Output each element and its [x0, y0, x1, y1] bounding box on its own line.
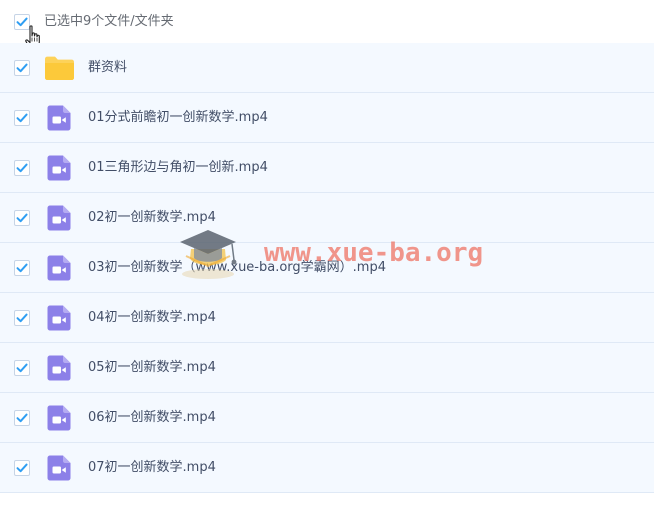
row-checkbox[interactable] [14, 160, 30, 176]
file-row[interactable]: 03初一创新数学（www.xue-ba.org学霸网）.mp4 [0, 243, 654, 293]
file-name[interactable]: 02初一创新数学.mp4 [88, 209, 216, 227]
file-row[interactable]: 06初一创新数学.mp4 [0, 393, 654, 443]
file-name[interactable]: 03初一创新数学（www.xue-ba.org学霸网）.mp4 [88, 259, 386, 277]
video-file-icon [47, 305, 71, 331]
row-checkbox[interactable] [14, 60, 30, 76]
file-name[interactable]: 05初一创新数学.mp4 [88, 359, 216, 377]
checkmark-icon [16, 363, 28, 373]
video-file-icon [47, 405, 71, 431]
folder-icon [45, 56, 74, 80]
checkmark-icon [16, 313, 28, 323]
row-checkbox[interactable] [14, 260, 30, 276]
file-row[interactable]: 07初一创新数学.mp4 [0, 443, 654, 493]
file-row[interactable]: 02初一创新数学.mp4 [0, 193, 654, 243]
checkmark-icon [16, 413, 28, 423]
file-name[interactable]: 04初一创新数学.mp4 [88, 309, 216, 327]
checkmark-icon [16, 263, 28, 273]
row-checkbox[interactable] [14, 460, 30, 476]
checkmark-icon [16, 163, 28, 173]
video-file-icon [47, 355, 71, 381]
video-file-icon [47, 155, 71, 181]
checkmark-icon [16, 113, 28, 123]
selection-header: 已选中9个文件/文件夹 [0, 0, 654, 43]
file-name[interactable]: 01三角形边与角初一创新.mp4 [88, 159, 268, 177]
row-checkbox[interactable] [14, 310, 30, 326]
file-name[interactable]: 01分式前瞻初一创新数学.mp4 [88, 109, 268, 127]
video-file-icon [47, 255, 71, 281]
file-list: 群资料 01分式前瞻初一创新数学.mp4 01三角形边与角初一创新.mp4 02初一创… [0, 43, 654, 493]
video-file-icon [47, 105, 71, 131]
file-row[interactable]: 01三角形边与角初一创新.mp4 [0, 143, 654, 193]
file-row[interactable]: 04初一创新数学.mp4 [0, 293, 654, 343]
file-name[interactable]: 07初一创新数学.mp4 [88, 459, 216, 477]
checkmark-icon [16, 213, 28, 223]
checkmark-icon [16, 463, 28, 473]
row-checkbox[interactable] [14, 210, 30, 226]
video-file-icon [47, 455, 71, 481]
file-name[interactable]: 06初一创新数学.mp4 [88, 409, 216, 427]
file-row[interactable]: 群资料 [0, 43, 654, 93]
file-row[interactable]: 05初一创新数学.mp4 [0, 343, 654, 393]
video-file-icon [47, 205, 71, 231]
row-checkbox[interactable] [14, 360, 30, 376]
file-row[interactable]: 01分式前瞻初一创新数学.mp4 [0, 93, 654, 143]
row-checkbox[interactable] [14, 410, 30, 426]
selection-count-label: 已选中9个文件/文件夹 [44, 14, 174, 29]
checkmark-icon [16, 63, 28, 73]
file-name[interactable]: 群资料 [88, 59, 127, 77]
row-checkbox[interactable] [14, 110, 30, 126]
